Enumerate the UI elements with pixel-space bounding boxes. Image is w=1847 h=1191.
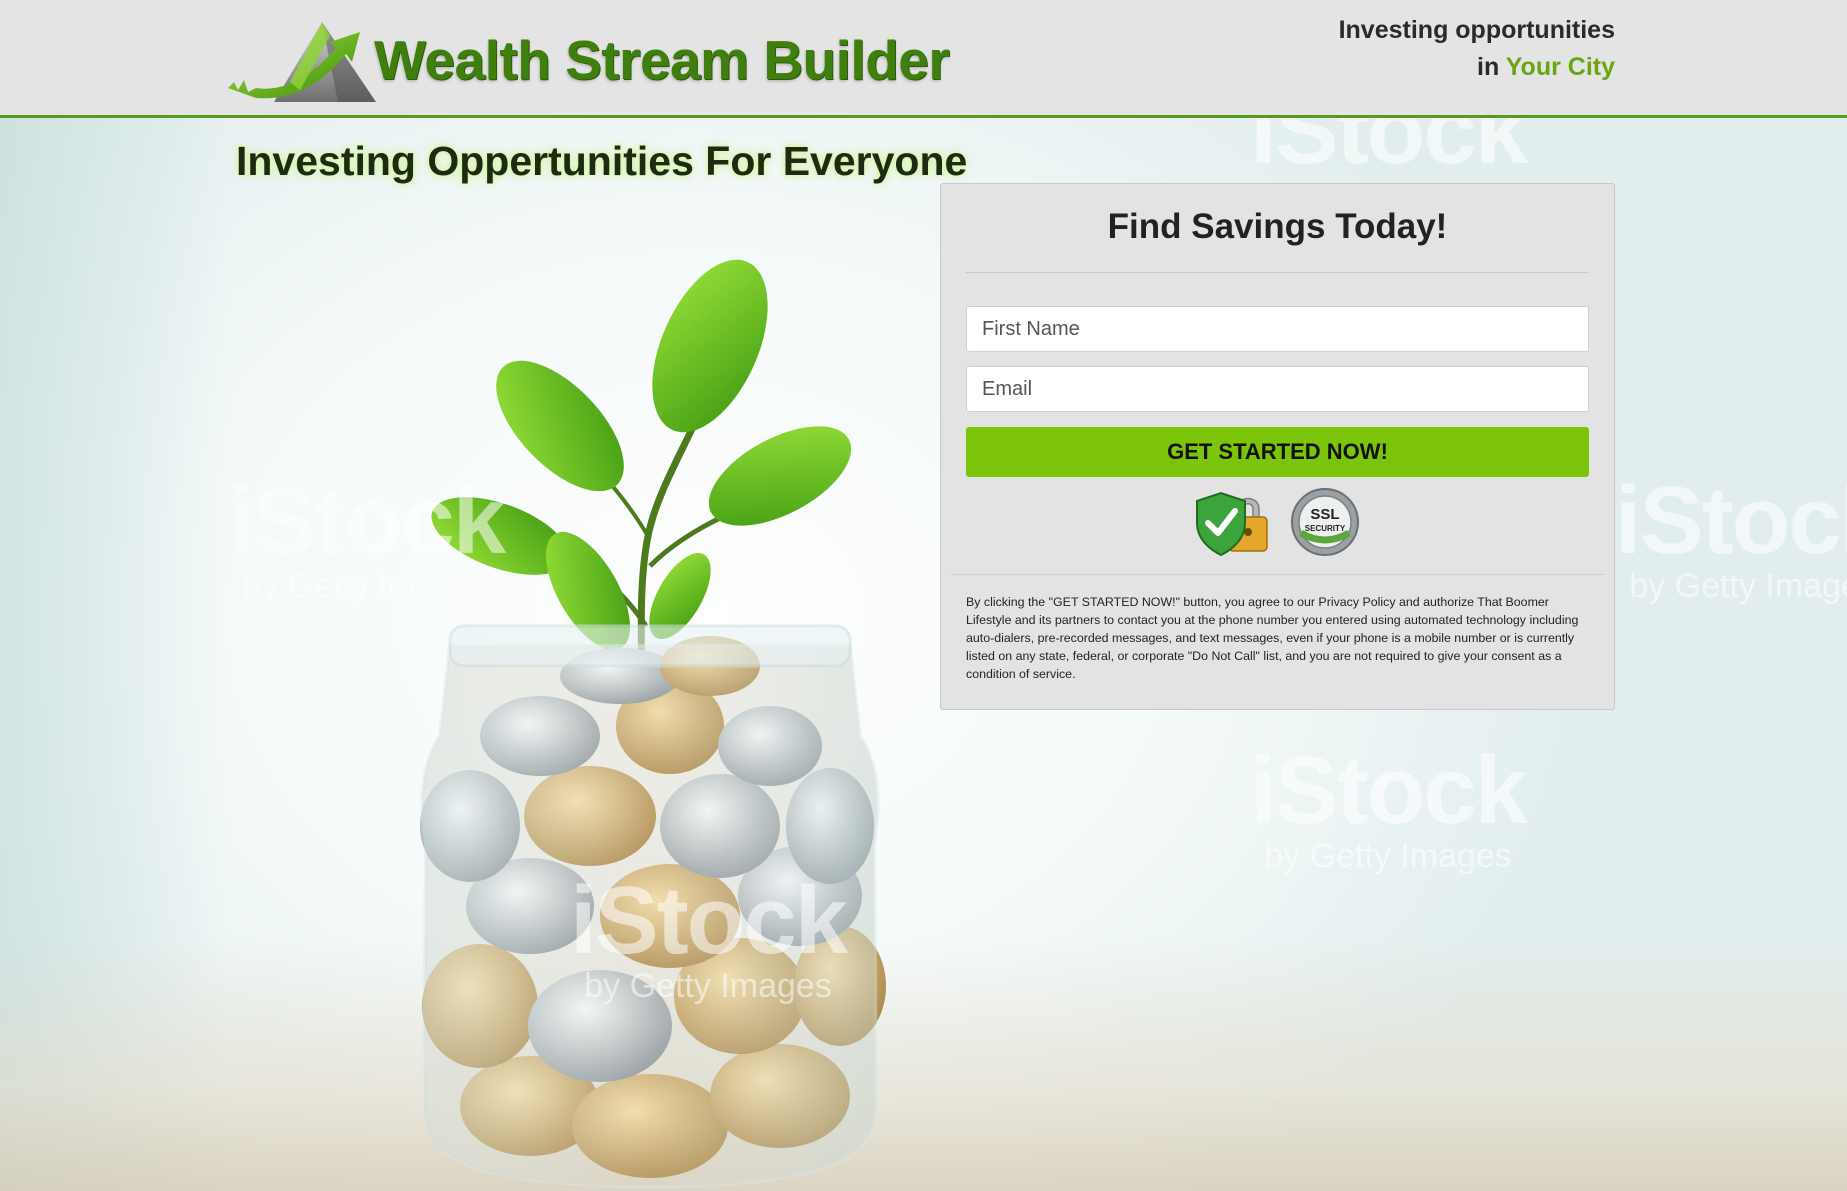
security-badges: SSL SECURITY xyxy=(941,487,1614,557)
hero-floor-surface xyxy=(0,938,1847,1191)
site-header: Wealth Stream Builder Investing opportun… xyxy=(0,0,1847,118)
ssl-security-seal-icon: SSL SECURITY xyxy=(1290,488,1359,556)
site-logo[interactable]: Wealth Stream Builder xyxy=(226,8,950,106)
tagline-line-2: in Your City xyxy=(1339,49,1615,86)
istock-watermark: iStock by Getty Images xyxy=(570,867,848,1005)
mountain-arrow-logo-icon xyxy=(228,22,376,102)
email-input[interactable] xyxy=(966,366,1589,412)
shield-lock-icon xyxy=(1195,491,1268,557)
first-name-input[interactable] xyxy=(966,306,1589,352)
form-divider xyxy=(966,272,1589,273)
legal-disclaimer: By clicking the "GET STARTED NOW!" butto… xyxy=(966,595,1579,681)
coin-jar-plant-image xyxy=(420,259,886,1189)
header-tagline: Investing opportunities in Your City xyxy=(1339,12,1615,86)
istock-watermark: iStock by Getty Images xyxy=(228,467,506,605)
hero-title: Investing Oppertunities For Everyone xyxy=(236,138,968,184)
ssl-badge-subtext: SECURITY xyxy=(1304,524,1345,533)
form-title: Find Savings Today! xyxy=(1107,207,1448,246)
form-divider-legal xyxy=(951,574,1604,575)
istock-watermark: iStock by Getty Images xyxy=(1615,467,1847,605)
logo-text: Wealth Stream Builder xyxy=(374,29,950,91)
get-started-button[interactable]: GET STARTED NOW! xyxy=(966,427,1589,477)
signup-form-card: Find Savings Today! GET STARTED NOW! SSL… xyxy=(940,183,1615,710)
istock-watermark: iStock by Getty Images xyxy=(1250,737,1528,875)
ssl-badge-text: SSL xyxy=(1310,506,1339,523)
tagline-in: in xyxy=(1477,53,1500,81)
tagline-line-1: Investing opportunities xyxy=(1338,16,1615,44)
tagline-city: Your City xyxy=(1505,53,1615,81)
